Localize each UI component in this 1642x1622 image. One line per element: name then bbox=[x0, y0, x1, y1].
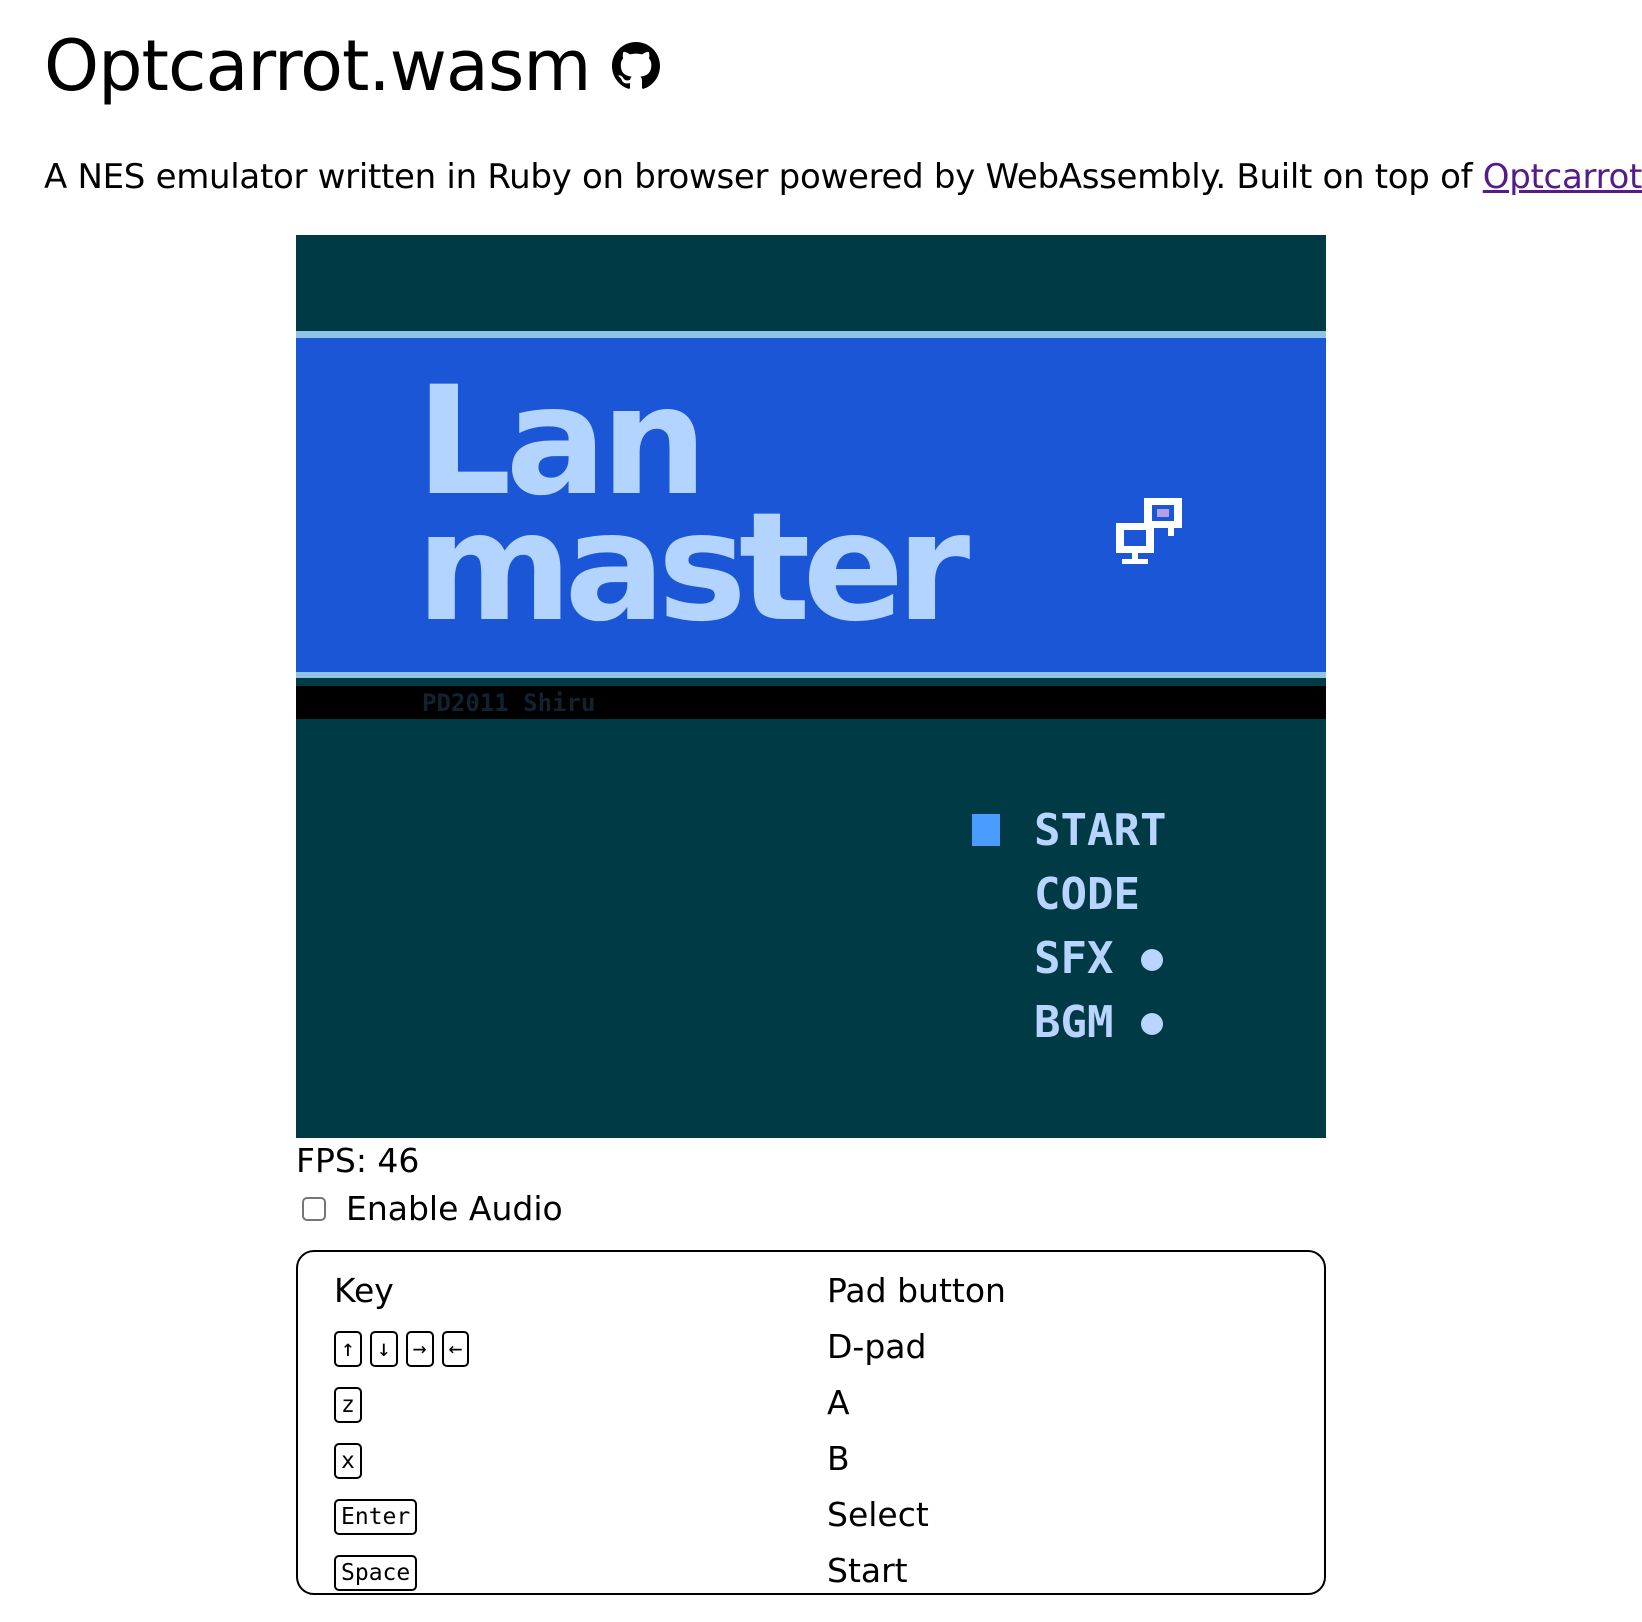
enable-audio-label: Enable Audio bbox=[346, 1189, 563, 1228]
table-row: x B bbox=[334, 1430, 1006, 1486]
github-link[interactable] bbox=[612, 42, 661, 90]
banner-top-line bbox=[296, 331, 1326, 338]
header-pad-button: Pad button bbox=[827, 1270, 1006, 1310]
menu-item-code: CODE bbox=[1034, 869, 1140, 920]
key-cell: x bbox=[334, 1430, 827, 1486]
pad-button-cell: Select bbox=[827, 1494, 929, 1534]
fps-counter: FPS: 46 bbox=[296, 1141, 420, 1180]
table-row: Enter Select bbox=[334, 1486, 1006, 1542]
key-space: Space bbox=[334, 1555, 418, 1591]
enable-audio-checkbox[interactable] bbox=[302, 1197, 326, 1221]
emulator-canvas[interactable]: PD2011 Shiru Lan master START CODE SFX B… bbox=[296, 235, 1326, 1138]
menu-item-bgm: BGM bbox=[1034, 997, 1113, 1048]
enable-audio-option[interactable]: Enable Audio bbox=[302, 1186, 563, 1232]
key-x: x bbox=[334, 1443, 362, 1479]
key-mapping-table: Key Pad button ↑ ↓ → ← D-pad z A x B Enter … bbox=[334, 1262, 1006, 1598]
table-row: Space Start bbox=[334, 1542, 1006, 1598]
key-cell: z bbox=[334, 1374, 827, 1430]
banner-bottom-line bbox=[296, 672, 1326, 678]
page-title: Optcarrot.wasm bbox=[44, 18, 661, 114]
key-cell: ↑ ↓ → ← bbox=[334, 1318, 827, 1374]
pad-button-cell: Start bbox=[827, 1550, 908, 1590]
menu-item-start: START bbox=[1034, 805, 1166, 856]
key-down: ↓ bbox=[369, 1331, 398, 1367]
copyright-text: PD2011 Shiru bbox=[422, 689, 595, 717]
game-title-line2: master bbox=[416, 481, 970, 655]
table-header-row: Key Pad button bbox=[334, 1262, 1006, 1318]
description: A NES emulator written in Ruby on browse… bbox=[44, 152, 1642, 202]
header-key: Key bbox=[334, 1270, 394, 1310]
key-cell: Space bbox=[334, 1542, 827, 1598]
table-row: z A bbox=[334, 1374, 1006, 1430]
optcarrot-link[interactable]: Optcarrot bbox=[1483, 157, 1642, 197]
github-icon bbox=[612, 42, 661, 89]
key-cell: Enter bbox=[334, 1486, 827, 1542]
bgm-indicator bbox=[1141, 1013, 1163, 1035]
key-mapping-panel: Key Pad button ↑ ↓ → ← D-pad z A x B Enter … bbox=[296, 1250, 1326, 1595]
pad-button-cell: A bbox=[827, 1382, 850, 1422]
menu-item-sfx: SFX bbox=[1034, 933, 1113, 984]
key-right: → bbox=[405, 1331, 434, 1367]
table-row: ↑ ↓ → ← D-pad bbox=[334, 1318, 1006, 1374]
sfx-indicator bbox=[1141, 949, 1163, 971]
pad-button-cell: B bbox=[827, 1438, 850, 1478]
description-text: A NES emulator written in Ruby on browse… bbox=[44, 157, 1483, 197]
key-z: z bbox=[334, 1387, 362, 1423]
key-left: ← bbox=[441, 1331, 470, 1367]
pad-button-cell: D-pad bbox=[827, 1326, 927, 1366]
page-title-text: Optcarrot.wasm bbox=[44, 25, 591, 107]
menu-cursor bbox=[972, 814, 1000, 846]
key-up: ↑ bbox=[334, 1331, 362, 1367]
key-enter: Enter bbox=[334, 1499, 418, 1535]
